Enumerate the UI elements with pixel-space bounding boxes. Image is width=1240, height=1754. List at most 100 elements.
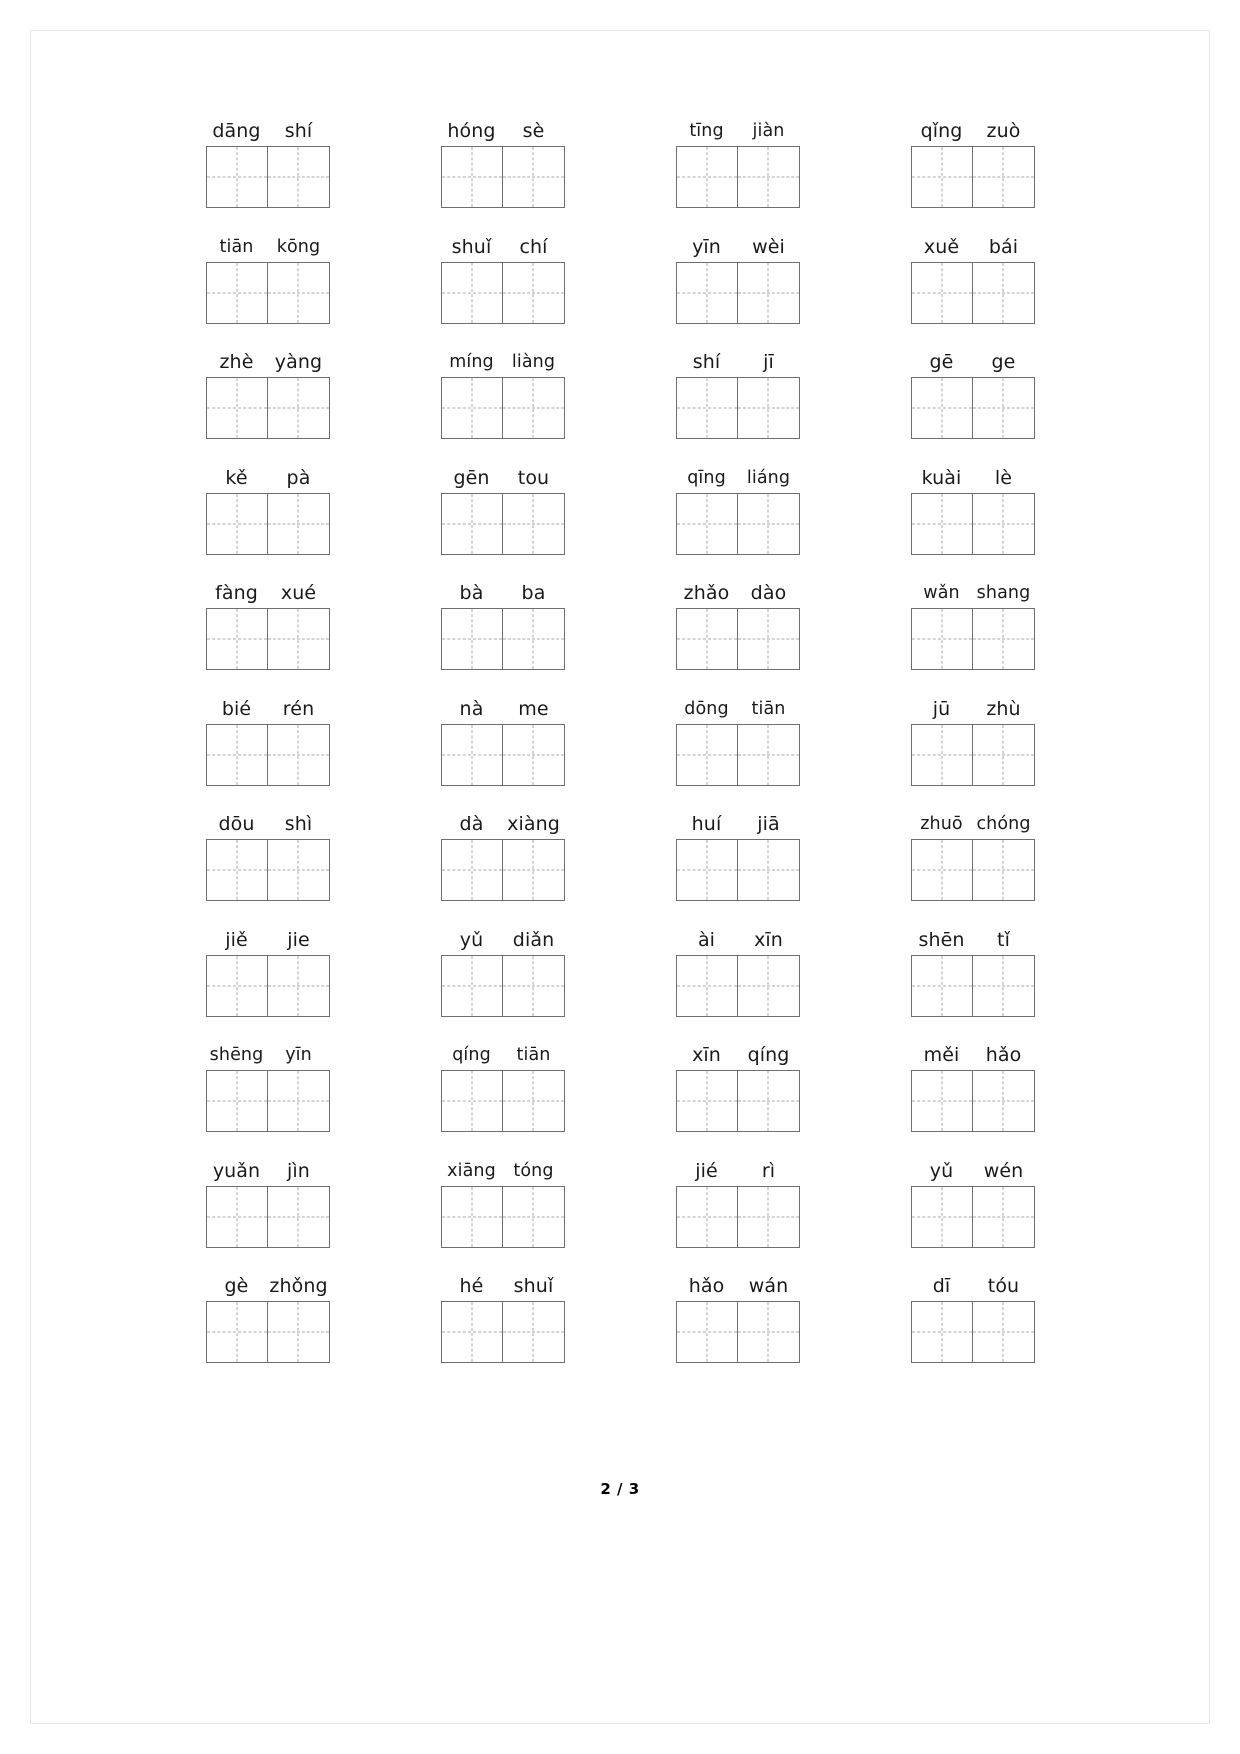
tianzige-writing-grid[interactable] [910, 839, 1035, 901]
character-write-box[interactable] [502, 840, 563, 900]
tianzige-writing-grid[interactable] [675, 839, 800, 901]
tianzige-writing-grid[interactable] [910, 723, 1035, 786]
character-write-box[interactable] [912, 609, 973, 669]
tianzige-writing-grid[interactable] [440, 1185, 565, 1248]
tianzige-writing-grid[interactable] [910, 261, 1035, 324]
character-write-box[interactable] [972, 262, 1033, 323]
tianzige-writing-grid[interactable] [205, 839, 330, 901]
character-write-box[interactable] [737, 378, 798, 438]
character-write-box[interactable] [267, 609, 328, 669]
character-write-box[interactable] [972, 147, 1033, 207]
character-write-box[interactable] [972, 1302, 1033, 1362]
character-write-box[interactable] [972, 1186, 1033, 1247]
tianzige-writing-grid[interactable] [675, 1070, 800, 1132]
character-write-box[interactable] [912, 840, 973, 900]
character-write-box[interactable] [442, 1187, 503, 1247]
tianzige-writing-grid[interactable] [675, 146, 800, 208]
character-write-box[interactable] [207, 609, 268, 669]
character-write-box[interactable] [912, 494, 973, 554]
character-write-box[interactable] [912, 1187, 973, 1247]
character-write-box[interactable] [737, 1186, 798, 1247]
character-write-box[interactable] [502, 955, 563, 1016]
character-write-box[interactable] [737, 1302, 798, 1362]
tianzige-writing-grid[interactable] [910, 954, 1035, 1017]
tianzige-writing-grid[interactable] [910, 1301, 1035, 1363]
character-write-box[interactable] [502, 147, 563, 207]
character-write-box[interactable] [737, 955, 798, 1016]
character-write-box[interactable] [737, 609, 798, 669]
character-write-box[interactable] [442, 378, 503, 438]
tianzige-writing-grid[interactable] [675, 723, 800, 786]
tianzige-writing-grid[interactable] [440, 839, 565, 901]
character-write-box[interactable] [267, 1071, 328, 1131]
tianzige-writing-grid[interactable] [205, 492, 330, 555]
character-write-box[interactable] [677, 263, 738, 323]
character-write-box[interactable] [912, 1302, 973, 1362]
character-write-box[interactable] [737, 262, 798, 323]
tianzige-writing-grid[interactable] [675, 492, 800, 555]
character-write-box[interactable] [207, 1302, 268, 1362]
character-write-box[interactable] [207, 725, 268, 785]
character-write-box[interactable] [677, 1071, 738, 1131]
character-write-box[interactable] [502, 609, 563, 669]
tianzige-writing-grid[interactable] [205, 261, 330, 324]
character-write-box[interactable] [972, 378, 1033, 438]
character-write-box[interactable] [677, 147, 738, 207]
tianzige-writing-grid[interactable] [205, 1301, 330, 1363]
character-write-box[interactable] [502, 1186, 563, 1247]
character-write-box[interactable] [502, 1071, 563, 1131]
character-write-box[interactable] [207, 494, 268, 554]
character-write-box[interactable] [677, 840, 738, 900]
character-write-box[interactable] [442, 956, 503, 1016]
character-write-box[interactable] [442, 725, 503, 785]
character-write-box[interactable] [267, 147, 328, 207]
tianzige-writing-grid[interactable] [205, 1185, 330, 1248]
character-write-box[interactable] [677, 1302, 738, 1362]
character-write-box[interactable] [502, 262, 563, 323]
character-write-box[interactable] [912, 263, 973, 323]
character-write-box[interactable] [972, 724, 1033, 785]
character-write-box[interactable] [737, 1071, 798, 1131]
character-write-box[interactable] [502, 493, 563, 554]
tianzige-writing-grid[interactable] [910, 377, 1035, 439]
character-write-box[interactable] [677, 1187, 738, 1247]
character-write-box[interactable] [207, 378, 268, 438]
character-write-box[interactable] [442, 1302, 503, 1362]
tianzige-writing-grid[interactable] [440, 146, 565, 208]
tianzige-writing-grid[interactable] [910, 492, 1035, 555]
character-write-box[interactable] [912, 378, 973, 438]
character-write-box[interactable] [207, 147, 268, 207]
character-write-box[interactable] [442, 840, 503, 900]
character-write-box[interactable] [972, 955, 1033, 1016]
tianzige-writing-grid[interactable] [675, 1301, 800, 1363]
tianzige-writing-grid[interactable] [675, 261, 800, 324]
character-write-box[interactable] [912, 956, 973, 1016]
character-write-box[interactable] [677, 725, 738, 785]
character-write-box[interactable] [442, 1071, 503, 1131]
character-write-box[interactable] [207, 1187, 268, 1247]
character-write-box[interactable] [677, 378, 738, 438]
character-write-box[interactable] [267, 493, 328, 554]
character-write-box[interactable] [502, 724, 563, 785]
tianzige-writing-grid[interactable] [440, 1301, 565, 1363]
character-write-box[interactable] [912, 725, 973, 785]
tianzige-writing-grid[interactable] [440, 492, 565, 555]
tianzige-writing-grid[interactable] [205, 146, 330, 208]
character-write-box[interactable] [912, 1071, 973, 1131]
character-write-box[interactable] [502, 1302, 563, 1362]
character-write-box[interactable] [972, 493, 1033, 554]
tianzige-writing-grid[interactable] [440, 608, 565, 670]
tianzige-writing-grid[interactable] [440, 261, 565, 324]
tianzige-writing-grid[interactable] [205, 608, 330, 670]
tianzige-writing-grid[interactable] [440, 1070, 565, 1132]
tianzige-writing-grid[interactable] [205, 1070, 330, 1132]
character-write-box[interactable] [207, 840, 268, 900]
character-write-box[interactable] [737, 840, 798, 900]
tianzige-writing-grid[interactable] [675, 608, 800, 670]
character-write-box[interactable] [502, 378, 563, 438]
tianzige-writing-grid[interactable] [910, 1185, 1035, 1248]
character-write-box[interactable] [442, 147, 503, 207]
tianzige-writing-grid[interactable] [910, 1070, 1035, 1132]
character-write-box[interactable] [972, 609, 1033, 669]
character-write-box[interactable] [207, 263, 268, 323]
